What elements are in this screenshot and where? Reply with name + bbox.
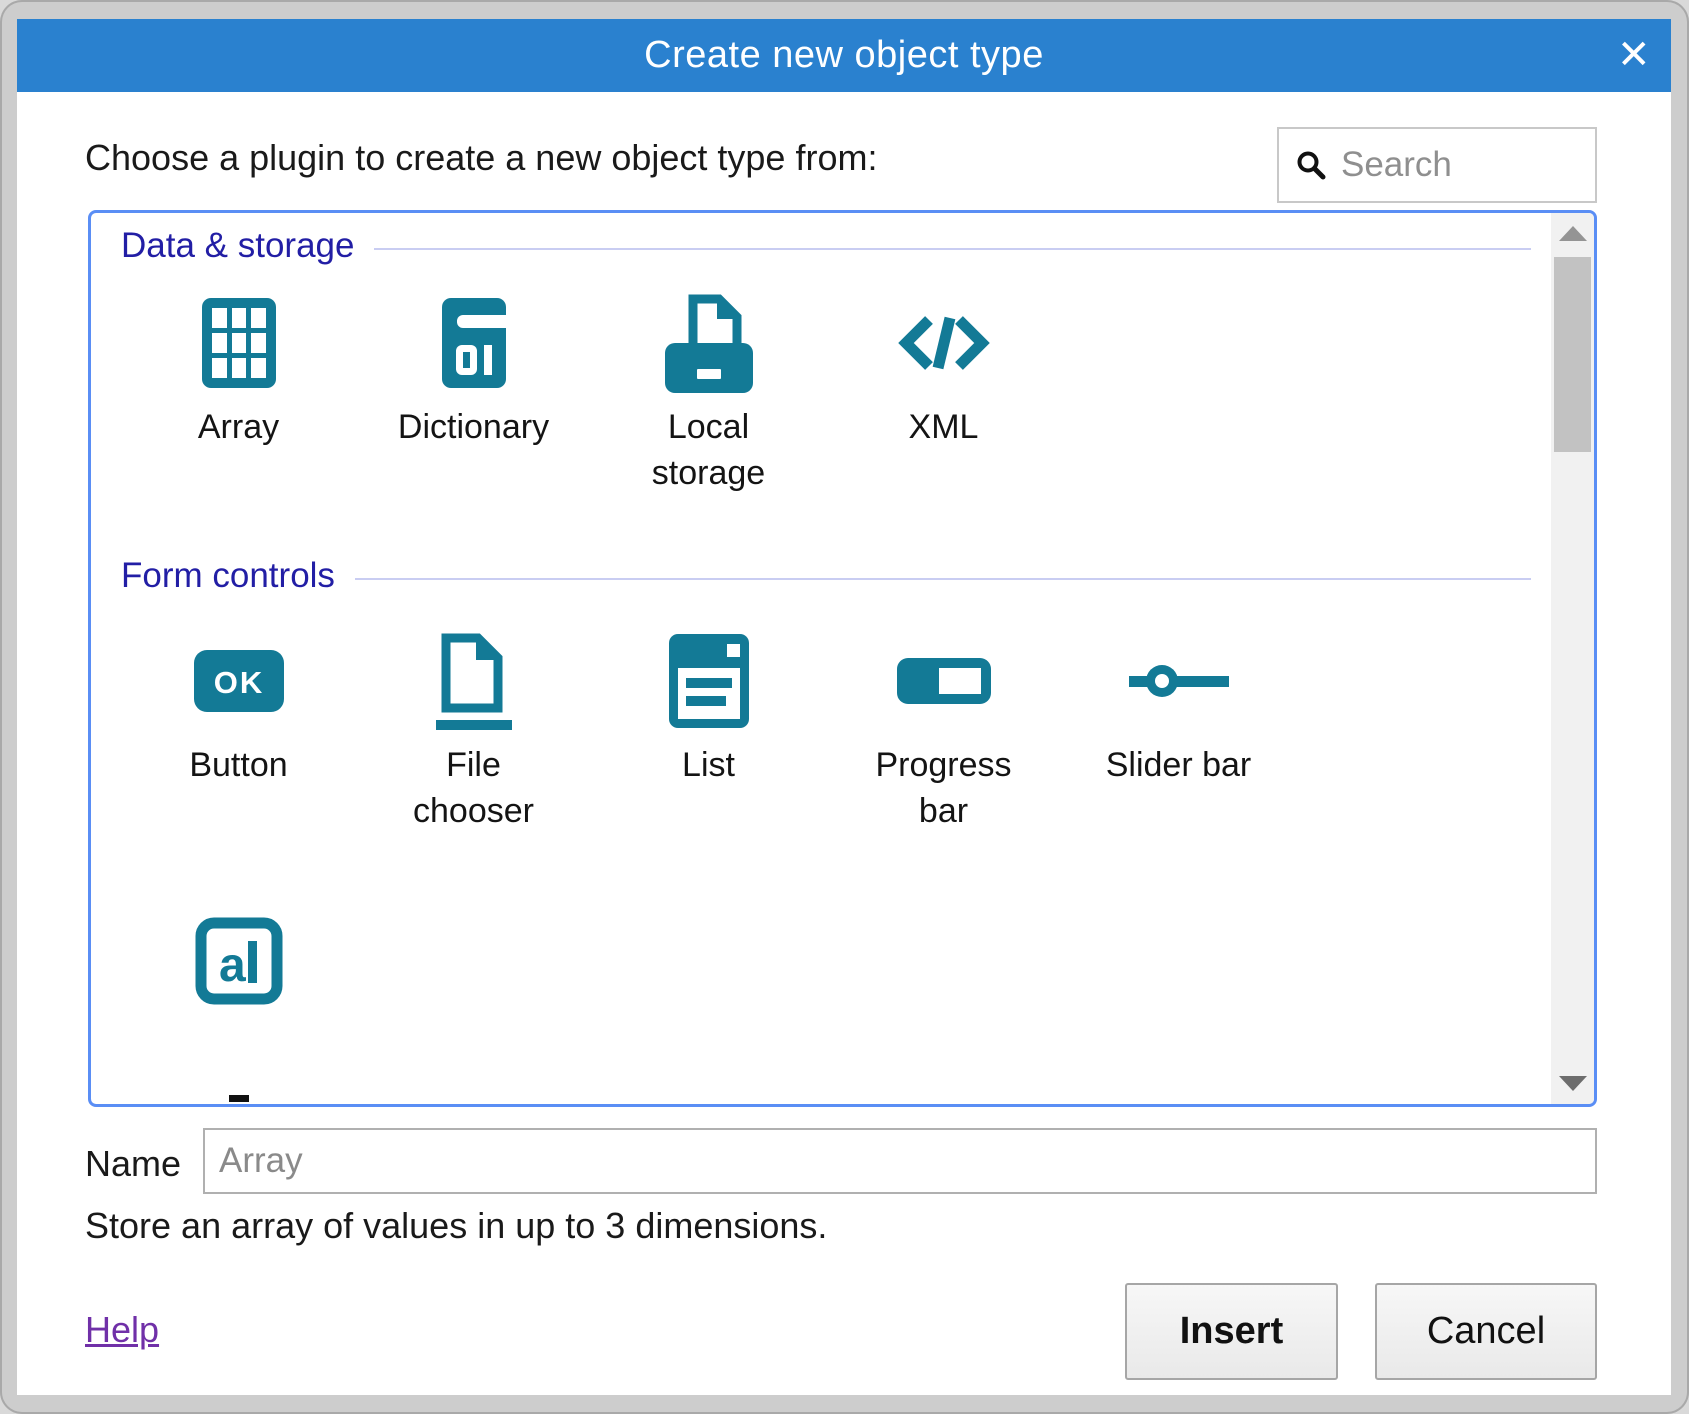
search-box[interactable] (1277, 127, 1597, 203)
data-storage-items: Array Dictionary (121, 269, 1531, 497)
plugin-list: Data & storage (88, 210, 1597, 1107)
dialog-window-frame: Create new object type ✕ Choose a plugin… (0, 0, 1689, 1414)
category-divider-line (374, 248, 1531, 250)
plugin-item-array[interactable]: Array (121, 295, 356, 497)
plugin-label: Dictionary (398, 405, 549, 451)
plugin-item-slider-bar[interactable]: Slider bar (1061, 633, 1296, 879)
slider-bar-icon (1129, 652, 1229, 710)
plugin-label: Local storage (619, 405, 799, 497)
file-chooser-icon (432, 632, 516, 730)
array-icon (202, 298, 276, 388)
plugin-label: Array (198, 405, 279, 451)
plugin-item-file-chooser[interactable]: File chooser (356, 633, 591, 879)
plugin-item-list[interactable]: List (591, 633, 826, 879)
progress-bar-icon (897, 658, 991, 704)
plugin-item-button[interactable]: OK Button (121, 633, 356, 879)
button-ok-icon: OK (194, 650, 284, 712)
plugin-label: XML (909, 405, 979, 451)
choose-plugin-prompt: Choose a plugin to create a new object t… (85, 137, 877, 179)
plugin-item-progress-bar[interactable]: Progress bar (826, 633, 1061, 879)
list-scrollbar[interactable] (1551, 213, 1594, 1104)
category-label: Form controls (121, 556, 335, 596)
name-label: Name (85, 1143, 181, 1185)
help-link[interactable]: Help (85, 1309, 159, 1351)
cancel-button[interactable]: Cancel (1375, 1283, 1597, 1380)
dialog-title: Create new object type (644, 34, 1044, 77)
plugin-label: List (682, 743, 735, 789)
dictionary-icon (442, 298, 506, 388)
close-icon[interactable]: ✕ (1617, 35, 1651, 75)
plugin-label: File chooser (384, 743, 564, 835)
category-label: Data & storage (121, 226, 354, 266)
scroll-up-icon[interactable] (1559, 226, 1587, 241)
plugin-item-text-input[interactable]: a (121, 913, 356, 1104)
plugin-item-local-storage[interactable]: Local storage (591, 295, 826, 497)
plugin-item-dictionary[interactable]: Dictionary (356, 295, 591, 497)
plugin-description: Store an array of values in up to 3 dime… (85, 1205, 827, 1247)
plugin-label: Slider bar (1106, 743, 1252, 789)
scroll-down-icon[interactable] (1559, 1076, 1587, 1091)
scrollbar-thumb[interactable] (1554, 257, 1591, 452)
list-icon (669, 634, 749, 728)
dialog-titlebar: Create new object type ✕ (17, 19, 1671, 92)
plugin-item-xml[interactable]: XML (826, 295, 1061, 497)
create-object-dialog: Create new object type ✕ Choose a plugin… (17, 19, 1671, 1395)
name-input[interactable] (203, 1128, 1597, 1194)
search-input[interactable] (1339, 144, 1595, 186)
plugin-label: Button (189, 743, 287, 789)
plugin-list-content: Data & storage (91, 213, 1551, 1104)
insert-button[interactable]: Insert (1125, 1283, 1338, 1380)
svg-text:a: a (219, 939, 246, 992)
search-icon (1295, 149, 1327, 181)
plugin-label: Progress bar (854, 743, 1034, 835)
category-divider-line (355, 578, 1531, 580)
text-input-icon: a (195, 917, 283, 1005)
local-storage-icon (663, 291, 755, 395)
cut-off-label (229, 1095, 249, 1102)
svg-text:OK: OK (213, 665, 264, 700)
form-controls-items: OK Button File cho (121, 599, 1531, 1104)
category-header-form-controls: Form controls (121, 553, 1531, 599)
xml-code-icon (895, 311, 993, 375)
category-header-data-storage: Data & storage (121, 223, 1531, 269)
